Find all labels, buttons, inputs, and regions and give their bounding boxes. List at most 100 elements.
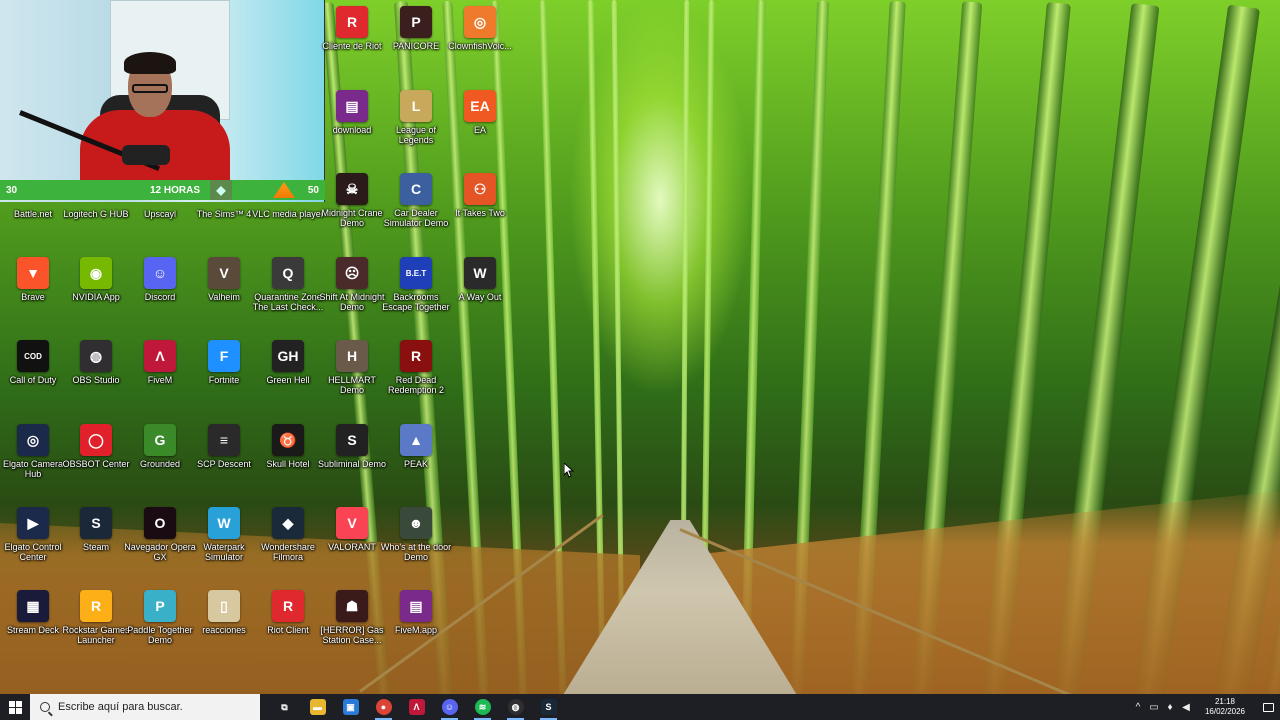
clock[interactable]: 21:18 16/02/2026	[1194, 697, 1256, 717]
shift-at-midnight-icon: ☹	[336, 257, 368, 289]
winrar-icon: ▤	[336, 90, 368, 122]
desktop-shortcut-label: download	[332, 125, 372, 135]
whos-at-door-icon: ☻	[400, 507, 432, 539]
desktop-shortcut[interactable]: ◯ OBSBOT Center	[63, 420, 129, 502]
desktop-shortcut-label: Grounded	[139, 459, 181, 469]
desktop-shortcut[interactable]: ♉ Skull Hotel	[255, 420, 321, 502]
desktop-shortcut-label: VALORANT	[328, 542, 376, 552]
desktop-shortcut-label: NVIDIA App	[72, 292, 120, 302]
desktop-shortcut[interactable]: V VALORANT	[319, 503, 385, 585]
desktop-shortcut[interactable]: R Riot Client	[255, 586, 321, 668]
fivem-icon: Λ	[144, 340, 176, 372]
desktop-shortcut[interactable]: ▶ Elgato Control Center	[0, 503, 66, 585]
desktop-shortcut[interactable]: ◍ OBS Studio	[63, 336, 129, 418]
desktop-shortcut[interactable]: GH Green Hell	[255, 336, 321, 418]
desktop-shortcut[interactable]: ◉ NVIDIA App	[63, 253, 129, 335]
desktop-shortcut-label: ClownfishVoic...	[448, 41, 512, 51]
desktop-shortcut[interactable]: S Steam	[63, 503, 129, 585]
taskbar-app-button[interactable]: Λ	[400, 694, 433, 720]
volume-icon[interactable]: ◀	[1178, 694, 1194, 720]
taskbar-app-button[interactable]: ▬	[301, 694, 334, 720]
desktop-shortcut[interactable]: EA EA	[447, 86, 513, 168]
desktop-shortcut[interactable]: F Fortnite	[191, 336, 257, 418]
desktop-shortcut[interactable]: W A Way Out	[447, 253, 513, 335]
desktop-shortcut[interactable]: ☻ Who's at the door Demo	[381, 503, 451, 585]
desktop-shortcut-label: Wondershare Filmora	[261, 542, 315, 562]
desktop-shortcut[interactable]: O Navegador Opera GX	[124, 503, 196, 585]
desktop-shortcut[interactable]: Λ FiveM	[127, 336, 193, 418]
desktop-shortcut-label: VLC media player	[252, 209, 324, 219]
microphone-icon[interactable]: ♦	[1162, 694, 1178, 720]
desktop-shortcut[interactable]: V Valheim	[191, 253, 257, 335]
taskbar-app-button[interactable]: ▣	[334, 694, 367, 720]
network-icon[interactable]: ▭	[1146, 694, 1162, 720]
desktop-shortcut[interactable]: ☠ Midnight Crane Demo	[319, 169, 385, 251]
search-placeholder: Escribe aquí para buscar.	[58, 701, 183, 713]
desktop-shortcut[interactable]: R Rockstar Games Launcher	[62, 586, 130, 668]
desktop-shortcut[interactable]: ◎ ClownfishVoic...	[447, 2, 513, 84]
desktop-shortcut[interactable]: ☺ Discord	[127, 253, 193, 335]
desktop-shortcut[interactable]: ▯ reacciones	[191, 586, 257, 668]
desktop-shortcut-label: FiveM	[147, 375, 173, 385]
webcam-microphone	[122, 145, 170, 165]
desktop-shortcut[interactable]: G Grounded	[127, 420, 193, 502]
stream-deck-icon: ▦	[17, 590, 49, 622]
desktop-shortcut[interactable]: ▤ download	[319, 86, 385, 168]
desktop-shortcut[interactable]: COD Call of Duty	[0, 336, 66, 418]
taskbar-app-button[interactable]: ◍	[499, 694, 532, 720]
desktop-shortcut-label: Red Dead Redemption 2	[387, 375, 445, 395]
hellmart-icon: H	[336, 340, 368, 372]
desktop-shortcut-label: Green Hell	[266, 375, 310, 385]
desktop-shortcut[interactable]: ◆ Wondershare Filmora	[255, 503, 321, 585]
taskbar-app-button[interactable]: S	[532, 694, 565, 720]
desktop-shortcut[interactable]: ☹ Shift At Midnight Demo	[319, 253, 385, 335]
webcam-person-hair	[124, 52, 176, 74]
grounded-icon: G	[144, 424, 176, 456]
desktop-shortcut[interactable]: P Paddle Together Demo	[127, 586, 193, 668]
taskbar-app-button[interactable]: ☺	[433, 694, 466, 720]
desktop-shortcut[interactable]: ≡ SCP Descent	[191, 420, 257, 502]
desktop-shortcut[interactable]: R Cliente de Riot	[319, 2, 385, 84]
desktop-shortcut[interactable]: B.E.T Backrooms Escape Together	[382, 253, 450, 335]
desktop-shortcut[interactable]: C Car Dealer Simulator Demo	[383, 169, 449, 251]
quarantine-zone-icon: Q	[272, 257, 304, 289]
desktop-shortcut[interactable]: ◎ Elgato Camera Hub	[0, 420, 66, 502]
chevron-up-icon[interactable]: ^	[1130, 694, 1146, 720]
desktop-shortcut-label: Rockstar Games Launcher	[62, 625, 130, 645]
desktop-shortcut-label: Paddle Together Demo	[127, 625, 193, 645]
desktop-shortcut[interactable]: ⚇ It Takes Two	[447, 169, 513, 251]
taskbar-app-button[interactable]: ⧉	[268, 694, 301, 720]
notification-icon[interactable]	[1256, 694, 1280, 720]
clock-time: 21:18	[1214, 697, 1236, 706]
desktop-shortcut[interactable]: ▦ Stream Deck	[0, 586, 66, 668]
ea-icon: EA	[464, 90, 496, 122]
clownfish-icon: ◎	[464, 6, 496, 38]
desktop-shortcut[interactable]: ▤ FiveM.app	[383, 586, 449, 668]
taskbar-app-button[interactable]: ●	[367, 694, 400, 720]
store-icon: ▣	[342, 699, 359, 715]
desktop-shortcut[interactable]: W Waterpark Simulator	[191, 503, 257, 585]
desktop-shortcut-label: The Sims™ 4	[196, 209, 252, 219]
subliminal-icon: S	[336, 424, 368, 456]
desktop-shortcut-label: Steam	[82, 542, 109, 552]
panicore-icon: P	[400, 6, 432, 38]
taskbar-app-button[interactable]: ≋	[466, 694, 499, 720]
desktop-shortcut-label: Who's at the door Demo	[380, 542, 452, 562]
riot-client-2-icon: R	[272, 590, 304, 622]
start-button[interactable]	[0, 694, 30, 720]
desktop-shortcut[interactable]: ▼ Brave	[0, 253, 66, 335]
desktop-shortcut[interactable]: P PANICORE	[383, 2, 449, 84]
desktop-shortcut[interactable]: R Red Dead Redemption 2	[383, 336, 449, 418]
desktop-shortcut-label: OBSBOT Center	[62, 459, 130, 469]
taskbar-search-box[interactable]: Escribe aquí para buscar.	[30, 694, 260, 720]
league-icon: L	[400, 90, 432, 122]
desktop-shortcut[interactable]: ☗ [HERROR] Gas Station Case...	[319, 586, 385, 668]
desktop-shortcut[interactable]: H HELLMART Demo	[319, 336, 385, 418]
midnight-crane-icon: ☠	[336, 173, 368, 205]
filmora-icon: ◆	[272, 507, 304, 539]
desktop-shortcut[interactable]: L League of Legends	[383, 86, 449, 168]
desktop-shortcut[interactable]: S Subliminal Demo	[318, 420, 386, 502]
desktop-shortcut[interactable]: ▲ PEAK	[383, 420, 449, 502]
desktop-shortcut[interactable]: Q Quarantine Zone The Last Check...	[253, 253, 323, 335]
chrome-icon: ●	[375, 699, 392, 715]
